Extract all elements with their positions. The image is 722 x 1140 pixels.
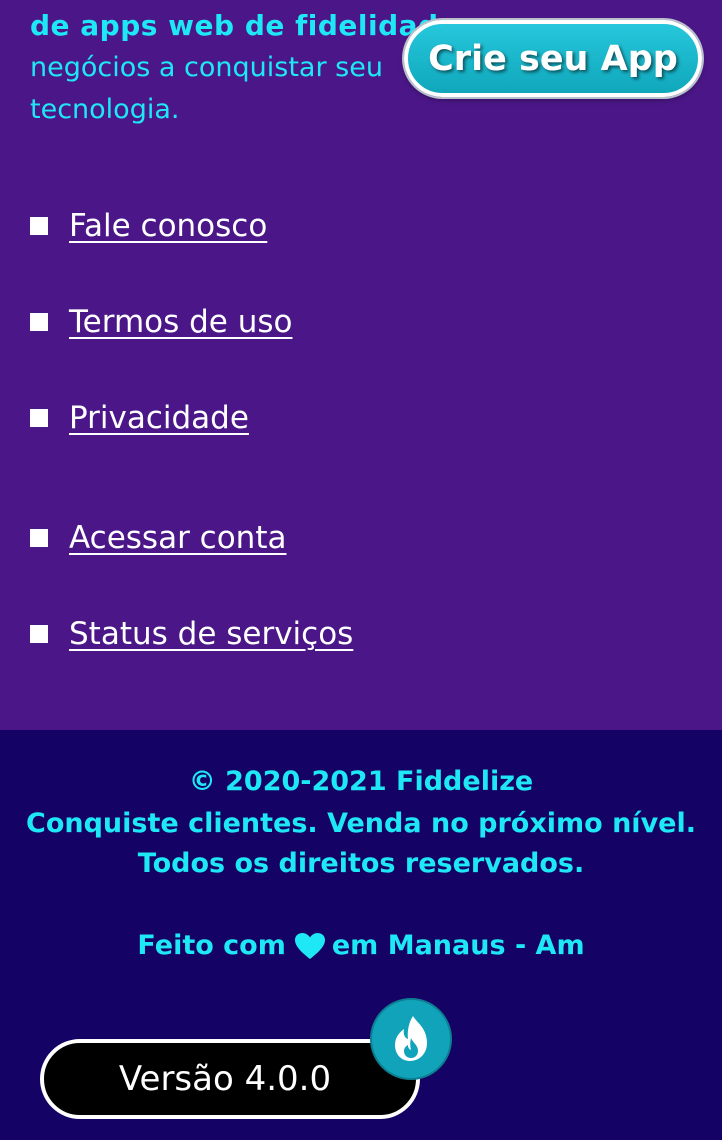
nav-item-status: Status de serviços (30, 612, 353, 656)
made-with-love: Feito com em Manaus - Am (0, 926, 722, 966)
heart-icon (294, 932, 326, 960)
intro-text-line-2: tecnologia. (30, 94, 180, 125)
version-badge: Versão 4.0.0 (40, 1039, 420, 1119)
nav-item-login: Acessar conta (30, 516, 286, 560)
square-bullet-icon (30, 529, 48, 547)
create-app-button[interactable]: Crie seu App (404, 20, 702, 97)
login-link[interactable]: Acessar conta (69, 520, 286, 556)
square-bullet-icon (30, 313, 48, 331)
top-section: de apps web de fidelidade negócios a con… (0, 0, 722, 730)
service-status-link[interactable]: Status de serviços (69, 616, 353, 652)
privacy-link[interactable]: Privacidade (69, 400, 249, 436)
square-bullet-icon (30, 217, 48, 235)
intro-text-line-1: negócios a conquistar seu (30, 52, 383, 83)
tagline-text: Conquiste clientes. Venda no próximo nív… (26, 808, 696, 839)
copyright-text: © 2020-2021 Fiddelize (188, 766, 534, 797)
square-bullet-icon (30, 409, 48, 427)
nav-item-privacy: Privacidade (30, 396, 249, 440)
square-bullet-icon (30, 625, 48, 643)
footer: © 2020-2021 Fiddelize Conquiste clientes… (0, 730, 722, 1140)
nav-item-terms: Termos de uso (30, 300, 292, 344)
rights-text: Todos os direitos reservados. (137, 848, 585, 879)
made-with-suffix: em Manaus - Am (331, 930, 585, 961)
version-label: Versão 4.0.0 (118, 1059, 332, 1099)
contact-link[interactable]: Fale conosco (69, 208, 267, 244)
create-app-button-label: Crie seu App (428, 38, 678, 79)
intro-bold-text: de apps web de fidelidade (30, 9, 459, 42)
flame-icon (370, 998, 452, 1080)
made-with-prefix: Feito com (137, 930, 286, 961)
nav-item-contact: Fale conosco (30, 204, 267, 248)
terms-link[interactable]: Termos de uso (69, 304, 292, 340)
